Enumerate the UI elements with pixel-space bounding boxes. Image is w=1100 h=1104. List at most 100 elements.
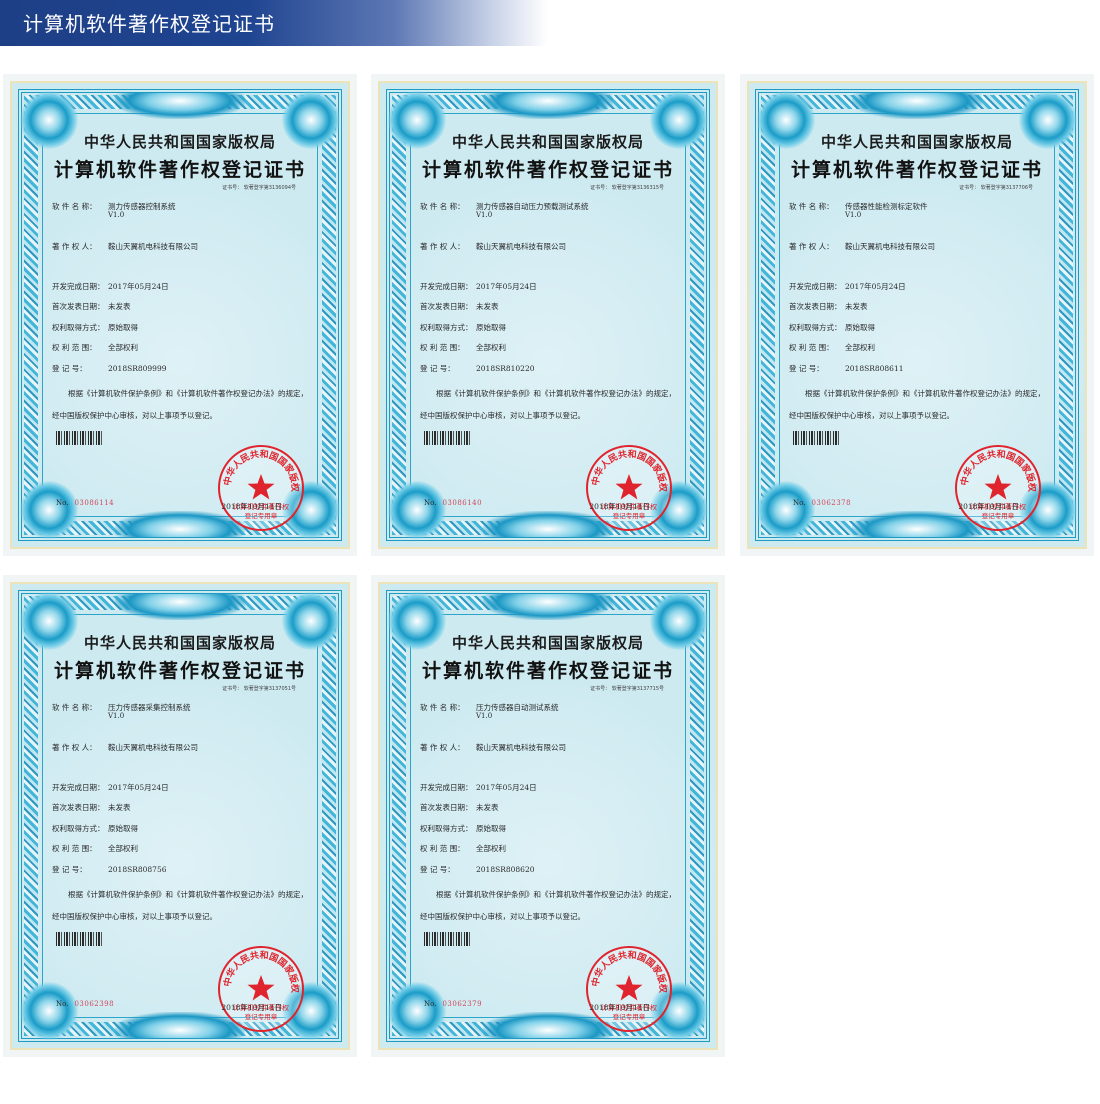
certificate-title: 计算机软件著作权登记证书 bbox=[421, 159, 674, 181]
certificate-card: 中华人民共和国国家版权局 计算机软件著作权登记证书 证书号： 软著登字第313609… bbox=[3, 74, 357, 556]
field-label: 软 件 名 称： bbox=[789, 202, 834, 211]
official-seal: 中华人民共和国国家版权局计算机软件著作权登记专用章 bbox=[218, 445, 304, 531]
official-seal: 中华人民共和国国家版权局计算机软件著作权登记专用章 bbox=[955, 445, 1041, 531]
publication-date: 未发表 bbox=[108, 803, 131, 812]
serial-line: No. 03086114 bbox=[56, 499, 114, 507]
certificate-title: 计算机软件著作权登记证书 bbox=[53, 159, 306, 181]
field-scope: 权 利 范 围： 全部权利 bbox=[52, 843, 138, 854]
barcode bbox=[56, 431, 102, 445]
field-label: 权 利 范 围： bbox=[52, 844, 97, 853]
software-name: 测力传感器自动压力预载测试系统 bbox=[476, 202, 589, 211]
field-acquisition: 权利取得方式： 原始取得 bbox=[52, 823, 138, 834]
certificate-statement: 根据《计算机软件保护条例》和《计算机软件著作权登记办法》的规定，经中国版权保护中… bbox=[52, 389, 308, 420]
certificate-title: 计算机软件著作权登记证书 bbox=[421, 660, 674, 682]
field-label: 权利取得方式： bbox=[420, 323, 473, 332]
field-label: 首次发表日期： bbox=[52, 302, 105, 311]
software-version: V1.0 bbox=[108, 211, 125, 219]
certificate-paper: 中华人民共和国国家版权局 计算机软件著作权登记证书 证书号： 软著登字第313705… bbox=[10, 582, 350, 1050]
completion-date: 2017年05月24日 bbox=[476, 783, 537, 792]
star-icon bbox=[984, 474, 1012, 500]
field-label: 登 记 号： bbox=[52, 364, 87, 373]
issue-date: 2018年10月11日 bbox=[958, 502, 1019, 511]
certificate-statement: 根据《计算机软件保护条例》和《计算机软件著作权登记办法》的规定，经中国版权保护中… bbox=[420, 890, 676, 921]
serial-line: No. 03062379 bbox=[424, 1000, 482, 1008]
field-owner: 著 作 权 人： 鞍山天翼机电科技有限公司 bbox=[789, 241, 935, 252]
certificate-number: 证书号： 软著登字第3136315号 bbox=[590, 185, 664, 191]
corner-ornament bbox=[20, 481, 78, 539]
registration-number: 2018SR808620 bbox=[476, 865, 535, 874]
serial-number: 03062398 bbox=[74, 1000, 115, 1008]
owner-name: 鞍山天翼机电科技有限公司 bbox=[476, 743, 566, 752]
serial-number: 03086114 bbox=[74, 499, 115, 507]
issue-date: 2018年10月11日 bbox=[589, 1003, 650, 1012]
field-completion-date: 开发完成日期： 2017年05月24日 bbox=[420, 281, 537, 292]
star-icon bbox=[615, 474, 643, 500]
rights-scope: 全部权利 bbox=[108, 844, 138, 853]
field-label: 软 件 名 称： bbox=[420, 703, 465, 712]
serial-label: No. bbox=[793, 499, 806, 507]
official-seal: 中华人民共和国国家版权局计算机软件著作权登记专用章 bbox=[218, 946, 304, 1032]
field-registration-no: 登 记 号： 2018SR808620 bbox=[420, 864, 535, 875]
certificate-paper: 中华人民共和国国家版权局 计算机软件著作权登记证书 证书号： 软著登字第313631… bbox=[378, 81, 718, 549]
certificate-number: 证书号： 软著登字第3137715号 bbox=[590, 686, 664, 692]
field-acquisition: 权利取得方式： 原始取得 bbox=[789, 322, 875, 333]
field-registration-no: 登 记 号： 2018SR809999 bbox=[52, 363, 167, 374]
field-label: 权利取得方式： bbox=[789, 323, 842, 332]
certificate-card: 中华人民共和国国家版权局 计算机软件著作权登记证书 证书号： 软著登字第313705… bbox=[3, 575, 357, 1057]
field-completion-date: 开发完成日期： 2017年05月24日 bbox=[52, 281, 169, 292]
field-publication-date: 首次发表日期： 未发表 bbox=[789, 301, 868, 312]
field-completion-date: 开发完成日期： 2017年05月24日 bbox=[420, 782, 537, 793]
top-ornament bbox=[115, 594, 245, 620]
field-owner: 著 作 权 人： 鞍山天翼机电科技有限公司 bbox=[420, 742, 566, 753]
page-title: 计算机软件著作权登记证书 bbox=[23, 12, 275, 36]
certificate-statement: 根据《计算机软件保护条例》和《计算机软件著作权登记办法》的规定，经中国版权保护中… bbox=[420, 389, 676, 420]
star-icon bbox=[247, 975, 275, 1001]
field-label: 权利取得方式： bbox=[420, 824, 473, 833]
certificate-paper: 中华人民共和国国家版权局 计算机软件著作权登记证书 证书号： 软著登字第313770… bbox=[747, 81, 1087, 549]
seal-inner-line-2: 登记专用章 bbox=[982, 511, 1015, 520]
serial-label: No. bbox=[56, 499, 69, 507]
field-label: 著 作 权 人： bbox=[420, 743, 465, 752]
star-icon bbox=[615, 975, 643, 1001]
field-owner: 著 作 权 人： 鞍山天翼机电科技有限公司 bbox=[420, 241, 566, 252]
field-label: 首次发表日期： bbox=[420, 302, 473, 311]
certificate-statement: 根据《计算机软件保护条例》和《计算机软件著作权登记办法》的规定，经中国版权保护中… bbox=[789, 389, 1045, 420]
field-acquisition: 权利取得方式： 原始取得 bbox=[420, 823, 506, 834]
field-label: 开发完成日期： bbox=[420, 282, 473, 291]
software-version: V1.0 bbox=[476, 712, 493, 720]
seal-inner-line-2: 登记专用章 bbox=[245, 1012, 278, 1021]
field-acquisition: 权利取得方式： 原始取得 bbox=[420, 322, 506, 333]
field-software-name: 软 件 名 称： 测力传感器自动压力预载测试系统 bbox=[420, 201, 589, 212]
certificate-statement: 根据《计算机软件保护条例》和《计算机软件著作权登记办法》的规定，经中国版权保护中… bbox=[52, 890, 308, 921]
field-label: 登 记 号： bbox=[420, 865, 455, 874]
completion-date: 2017年05月24日 bbox=[845, 282, 906, 291]
certificate-number: 证书号： 软著登字第3137706号 bbox=[959, 185, 1033, 191]
software-version: V1.0 bbox=[476, 211, 493, 219]
field-owner: 著 作 权 人： 鞍山天翼机电科技有限公司 bbox=[52, 742, 198, 753]
field-label: 登 记 号： bbox=[52, 865, 87, 874]
field-label: 开发完成日期： bbox=[52, 282, 105, 291]
field-completion-date: 开发完成日期： 2017年05月24日 bbox=[52, 782, 169, 793]
completion-date: 2017年05月24日 bbox=[476, 282, 537, 291]
completion-date: 2017年05月24日 bbox=[108, 282, 169, 291]
field-scope: 权 利 范 围： 全部权利 bbox=[789, 342, 875, 353]
certificate-title: 计算机软件著作权登记证书 bbox=[790, 159, 1043, 181]
seal-inner-line-2: 登记专用章 bbox=[613, 1012, 646, 1021]
field-label: 著 作 权 人： bbox=[789, 242, 834, 251]
field-label: 登 记 号： bbox=[420, 364, 455, 373]
field-completion-date: 开发完成日期： 2017年05月24日 bbox=[789, 281, 906, 292]
field-owner: 著 作 权 人： 鞍山天翼机电科技有限公司 bbox=[52, 241, 198, 252]
owner-name: 鞍山天翼机电科技有限公司 bbox=[108, 242, 198, 251]
registration-number: 2018SR810220 bbox=[476, 364, 535, 373]
registration-number: 2018SR808611 bbox=[845, 364, 904, 373]
field-scope: 权 利 范 围： 全部权利 bbox=[420, 342, 506, 353]
completion-date: 2017年05月24日 bbox=[108, 783, 169, 792]
field-label: 权 利 范 围： bbox=[789, 343, 834, 352]
field-label: 首次发表日期： bbox=[789, 302, 842, 311]
rights-scope: 全部权利 bbox=[476, 844, 506, 853]
publication-date: 未发表 bbox=[845, 302, 868, 311]
issuing-authority: 中华人民共和国国家版权局 bbox=[83, 634, 276, 652]
publication-date: 未发表 bbox=[476, 302, 499, 311]
field-scope: 权 利 范 围： 全部权利 bbox=[420, 843, 506, 854]
star-icon bbox=[247, 474, 275, 500]
